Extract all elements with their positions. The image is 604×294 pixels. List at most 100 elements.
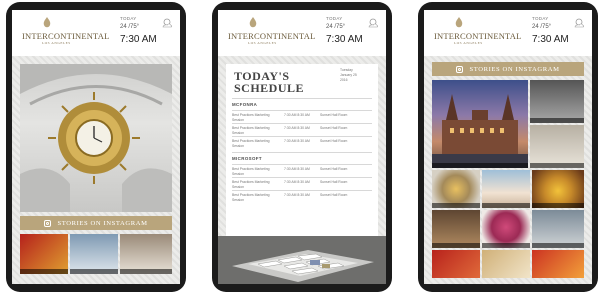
event-name: Best Practices Marketing Session xyxy=(232,139,270,148)
post-caption-bar xyxy=(432,243,480,248)
weather-label: TODAY xyxy=(326,16,343,21)
event-time: 7:30 AM 8:30 AM xyxy=(284,126,310,130)
post-caption-bar xyxy=(530,118,584,123)
post-caption-bar xyxy=(532,243,584,248)
weather-label: TODAY xyxy=(532,16,549,21)
sun-cloud-icon xyxy=(574,18,584,28)
event-time: 7:30 AM 8:30 AM xyxy=(284,139,310,143)
instagram-post[interactable] xyxy=(120,234,172,274)
event-name: Best Practices Marketing Session xyxy=(232,126,270,135)
instagram-post[interactable] xyxy=(532,210,584,248)
header: INTERCONTINENTAL LOS ANGELES TODAY 24 /7… xyxy=(12,10,180,57)
post-caption-bar xyxy=(432,163,528,168)
divider xyxy=(232,136,372,137)
tablet-2-screen: INTERCONTINENTAL LOS ANGELES TODAY 24 /7… xyxy=(218,10,386,284)
weather-label: TODAY xyxy=(120,16,137,21)
event-name: Best Practices Marketing Session xyxy=(232,113,270,122)
instagram-icon xyxy=(456,65,464,73)
instagram-icon xyxy=(44,219,52,227)
divider xyxy=(232,152,372,153)
instagram-post[interactable] xyxy=(482,210,530,248)
schedule-title-line-2: SCHEDULE xyxy=(234,81,305,95)
schedule-row: Best Practices Marketing Session 7:30 AM… xyxy=(232,193,372,202)
brand-logo: INTERCONTINENTAL xyxy=(228,31,316,41)
weather-temp: 24 /75° xyxy=(120,24,140,30)
divider xyxy=(232,110,372,111)
instagram-post[interactable] xyxy=(432,210,480,248)
tablet-3: INTERCONTINENTAL LOS ANGELES TODAY 24 /7… xyxy=(418,2,598,292)
event-room: Sunset Hall Room xyxy=(320,126,348,130)
divider xyxy=(232,164,372,165)
schedule-section-heading: MICROSOFT xyxy=(232,156,262,161)
post-caption-bar xyxy=(20,269,68,274)
event-name: Best Practices Marketing Session xyxy=(232,167,270,176)
instagram-post[interactable] xyxy=(70,234,118,274)
schedule-row: Best Practices Marketing Session 7:30 AM… xyxy=(232,167,372,176)
divider xyxy=(232,190,372,191)
post-caption-bar xyxy=(120,269,172,274)
clock-time: 7:30 AM xyxy=(326,34,363,45)
tablet-2: INTERCONTINENTAL LOS ANGELES TODAY 24 /7… xyxy=(212,2,392,292)
instagram-post[interactable] xyxy=(532,170,584,208)
clock-time: 7:30 AM xyxy=(532,34,569,45)
sun-cloud-icon xyxy=(368,18,378,28)
instagram-post[interactable] xyxy=(532,250,584,278)
featured-instagram-post[interactable] xyxy=(432,80,528,168)
sun-cloud-icon xyxy=(162,18,172,28)
brand-subtitle: LOS ANGELES xyxy=(248,41,277,45)
header: INTERCONTINENTAL LOS ANGELES TODAY 24 /7… xyxy=(218,10,386,57)
logo-flame-icon xyxy=(249,17,257,28)
instagram-banner: STORIES ON INSTAGRAM xyxy=(20,216,172,230)
event-room: Sunset Hall Room xyxy=(320,180,348,184)
post-caption-bar xyxy=(482,243,530,248)
schedule-panel: TODAY'S SCHEDULE Tuesday January 25 2016… xyxy=(226,64,378,236)
instagram-post[interactable] xyxy=(482,250,530,278)
event-name: Best Practices Marketing Session xyxy=(232,193,270,202)
instagram-banner: STORIES ON INSTAGRAM xyxy=(432,62,584,76)
schedule-row: Best Practices Marketing Session 7:30 AM… xyxy=(232,113,372,122)
brand-subtitle: LOS ANGELES xyxy=(42,41,71,45)
instagram-post[interactable] xyxy=(482,170,530,208)
instagram-post[interactable] xyxy=(530,125,584,168)
post-caption-bar xyxy=(432,203,480,208)
schedule-row: Best Practices Marketing Session 7:30 AM… xyxy=(232,126,372,135)
instagram-heading: STORIES ON INSTAGRAM xyxy=(57,219,148,227)
event-room: Sunset Hall Room xyxy=(320,167,348,171)
divider xyxy=(232,177,372,178)
content-area: STORIES ON INSTAGRAM xyxy=(12,56,180,284)
schedule-row: Best Practices Marketing Session 7:30 AM… xyxy=(232,180,372,189)
logo-flame-icon xyxy=(455,17,463,28)
brand-subtitle: LOS ANGELES xyxy=(454,41,483,45)
weather-temp: 24 /75° xyxy=(532,24,552,30)
floor-map[interactable] xyxy=(218,236,386,284)
event-time: 7:30 AM 8:30 AM xyxy=(284,180,310,184)
schedule-date: Tuesday January 25 2016 xyxy=(340,68,357,82)
schedule-section-heading: MCFONRA xyxy=(232,102,258,107)
schedule-title: TODAY'S SCHEDULE xyxy=(234,70,304,94)
event-room: Sunset Hall Room xyxy=(320,139,348,143)
brand-logo: INTERCONTINENTAL xyxy=(434,31,522,41)
post-caption-bar xyxy=(530,163,584,168)
logo-flame-icon xyxy=(43,17,51,28)
event-time: 7:30 AM 8:30 AM xyxy=(284,193,310,197)
weather-temp: 24 /75° xyxy=(326,24,346,30)
header: INTERCONTINENTAL LOS ANGELES TODAY 24 /7… xyxy=(424,10,592,57)
hero-clock-image xyxy=(20,64,172,212)
clock-time: 7:30 AM xyxy=(120,34,157,45)
content-area: STORIES ON INSTAGRAM xyxy=(424,56,592,284)
schedule-row: Best Practices Marketing Session 7:30 AM… xyxy=(232,139,372,148)
divider xyxy=(232,123,372,124)
instagram-post[interactable] xyxy=(20,234,68,274)
event-room: Sunset Hall Room xyxy=(320,113,348,117)
event-name: Best Practices Marketing Session xyxy=(232,180,270,189)
divider xyxy=(232,98,372,99)
instagram-post[interactable] xyxy=(432,250,480,278)
tablet-1: INTERCONTINENTAL LOS ANGELES TODAY 24 /7… xyxy=(6,2,186,292)
tablet-1-screen: INTERCONTINENTAL LOS ANGELES TODAY 24 /7… xyxy=(12,10,180,284)
event-time: 7:30 AM 8:30 AM xyxy=(284,167,310,171)
post-caption-bar xyxy=(482,203,530,208)
instagram-post[interactable] xyxy=(432,170,480,208)
tablet-3-screen: INTERCONTINENTAL LOS ANGELES TODAY 24 /7… xyxy=(424,10,592,284)
instagram-post[interactable] xyxy=(530,80,584,123)
event-room: Sunset Hall Room xyxy=(320,193,348,197)
